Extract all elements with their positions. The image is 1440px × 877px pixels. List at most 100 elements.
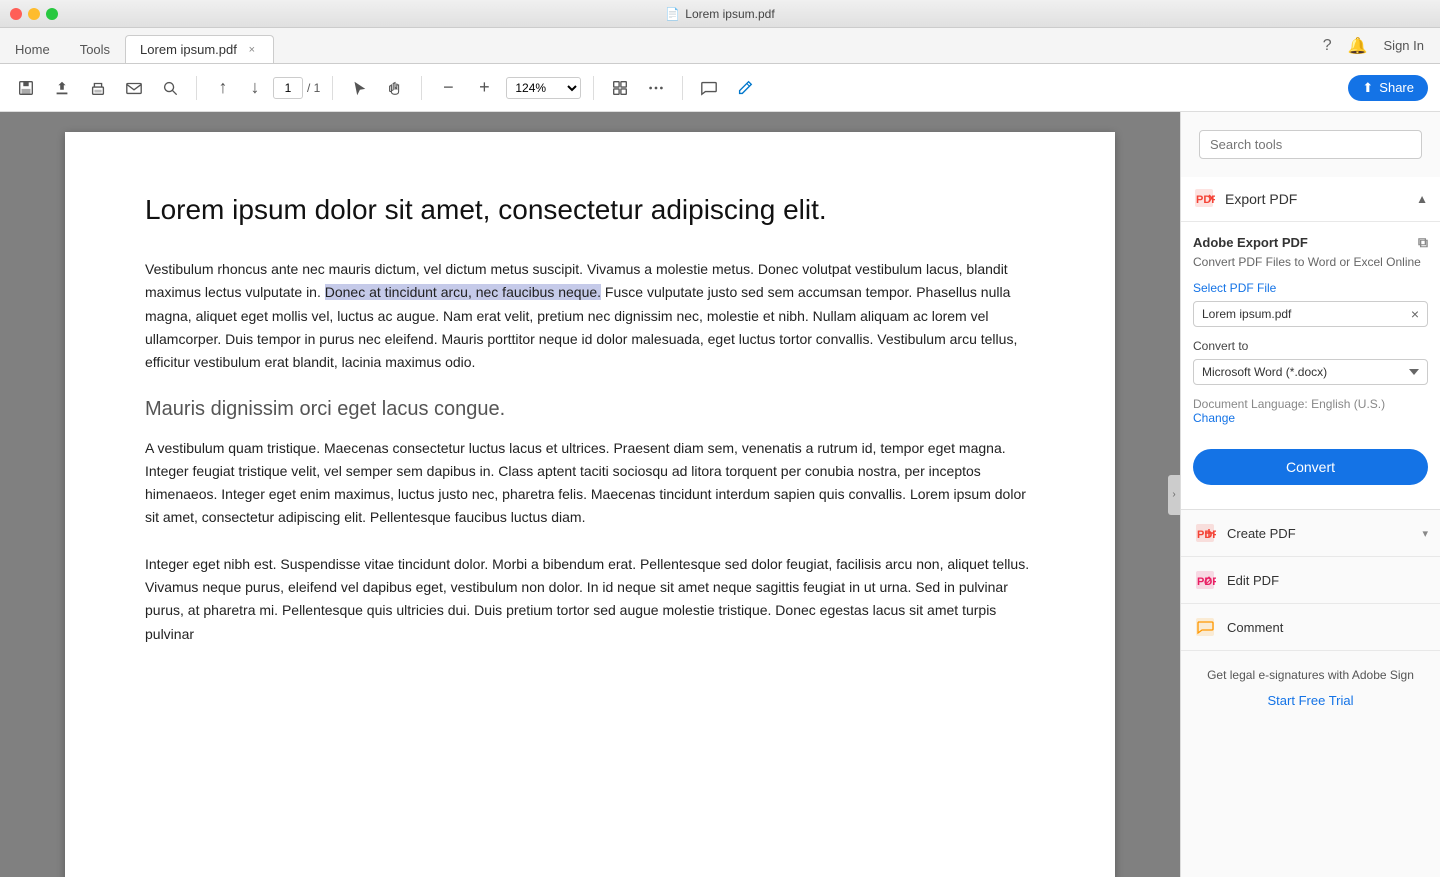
select-pdf-label: Select PDF File — [1193, 281, 1428, 295]
edit-pdf-title: Edit PDF — [1227, 573, 1428, 588]
separator-2 — [332, 76, 333, 100]
right-panel: PDF Export PDF ▲ Adobe Export PDF ⧉ Conv… — [1180, 112, 1440, 877]
zoom-in-button[interactable]: + — [470, 74, 498, 102]
comment-section[interactable]: Comment — [1181, 604, 1440, 651]
separator-4 — [593, 76, 594, 100]
copy-icon[interactable]: ⧉ — [1418, 234, 1428, 251]
separator-5 — [682, 76, 683, 100]
notifications-icon[interactable]: 🔔 — [1348, 36, 1368, 56]
share-button[interactable]: ⬆ Share — [1348, 75, 1428, 101]
tab-tools[interactable]: Tools — [65, 35, 125, 63]
panel-bottom: Get legal e-signatures with Adobe Sign S… — [1181, 651, 1440, 718]
titlebar: 📄 Lorem ipsum.pdf — [0, 0, 1440, 28]
upload-icon — [53, 79, 71, 97]
hand-tool-button[interactable] — [381, 74, 409, 102]
adobe-export-title: Adobe Export PDF ⧉ — [1193, 234, 1428, 251]
pdf-paragraph-1: Vestibulum rhoncus ante nec mauris dictu… — [145, 258, 1035, 373]
search-button[interactable] — [156, 74, 184, 102]
edit-pdf-section[interactable]: PDF Edit PDF — [1181, 557, 1440, 604]
tab-home[interactable]: Home — [0, 35, 65, 63]
export-description: Convert PDF Files to Word or Excel Onlin… — [1193, 255, 1428, 269]
page-total: / 1 — [307, 81, 320, 95]
clear-file-button[interactable]: × — [1411, 306, 1419, 322]
cursor-icon — [350, 79, 368, 97]
create-pdf-section[interactable]: PDF Create PDF ▾ — [1181, 510, 1440, 557]
collapse-right-panel-button[interactable]: › — [1168, 475, 1180, 515]
language-value: English (U.S.) — [1311, 397, 1385, 411]
window-controls[interactable] — [10, 8, 58, 20]
export-pdf-title: Export PDF — [1225, 191, 1416, 207]
convert-to-label: Convert to — [1193, 339, 1428, 353]
zoom-out-button[interactable]: − — [434, 74, 462, 102]
export-pdf-section: PDF Export PDF ▲ Adobe Export PDF ⧉ Conv… — [1181, 177, 1440, 510]
fit-mode-button[interactable] — [606, 74, 634, 102]
convert-to-select[interactable]: Microsoft Word (*.docx) Microsoft Excel … — [1193, 359, 1428, 385]
prev-page-button[interactable]: ↑ — [209, 74, 237, 102]
more-options-button[interactable] — [642, 74, 670, 102]
page-navigation: ↑ ↓ 1 / 1 — [209, 74, 320, 102]
separator-3 — [421, 76, 422, 100]
next-page-button[interactable]: ↓ — [241, 74, 269, 102]
export-pdf-header[interactable]: PDF Export PDF ▲ — [1181, 177, 1440, 222]
svg-text:PDF: PDF — [1197, 529, 1216, 541]
toolbar: ↑ ↓ 1 / 1 − + 124% 100% 75% 50% Fit Page… — [0, 64, 1440, 112]
document-language: Document Language: English (U.S.) Change — [1193, 397, 1428, 425]
toolbar-right-actions: ⬆ Share — [1348, 75, 1428, 101]
close-window-button[interactable] — [10, 8, 22, 20]
change-language-link[interactable]: Change — [1193, 411, 1235, 425]
search-tools-container — [1181, 112, 1440, 177]
separator-1 — [196, 76, 197, 100]
adobe-sign-text: Get legal e-signatures with Adobe Sign — [1193, 667, 1428, 684]
pdf-viewer[interactable]: › Lorem ipsum dolor sit amet, consectetu… — [0, 112, 1180, 877]
start-free-trial-link[interactable]: Start Free Trial — [1268, 693, 1354, 708]
comment-icon — [700, 79, 718, 97]
tab-active-document[interactable]: Lorem ipsum.pdf × — [125, 35, 274, 63]
pdf-paragraph-3: Integer eget nibh est. Suspendisse vitae… — [145, 553, 1035, 645]
tabbar-actions: ? 🔔 Sign In — [1323, 36, 1424, 56]
main-area: › Lorem ipsum dolor sit amet, consectetu… — [0, 112, 1440, 877]
fit-icon — [611, 79, 629, 97]
email-button[interactable] — [120, 74, 148, 102]
zoom-level-select[interactable]: 124% 100% 75% 50% Fit Page — [506, 77, 581, 99]
pdf-icon: 📄 — [665, 7, 680, 21]
file-name: Lorem ipsum.pdf — [1202, 307, 1411, 321]
save-button[interactable] — [12, 74, 40, 102]
print-button[interactable] — [84, 74, 112, 102]
maximize-window-button[interactable] — [46, 8, 58, 20]
minimize-window-button[interactable] — [28, 8, 40, 20]
hand-icon — [386, 79, 404, 97]
close-tab-button[interactable]: × — [245, 43, 259, 57]
export-pdf-content: Adobe Export PDF ⧉ Convert PDF Files to … — [1181, 222, 1440, 509]
save-icon — [17, 79, 35, 97]
more-icon — [647, 79, 665, 97]
create-pdf-title: Create PDF — [1227, 526, 1422, 541]
pdf-paragraph-2: A vestibulum quam tristique. Maecenas co… — [145, 437, 1035, 529]
share-icon: ⬆ — [1362, 80, 1373, 96]
comment-section-icon — [1193, 615, 1217, 639]
upload-button[interactable] — [48, 74, 76, 102]
tabbar: Home Tools Lorem ipsum.pdf × ? 🔔 Sign In — [0, 28, 1440, 64]
export-pdf-chevron-icon: ▲ — [1416, 192, 1428, 206]
pen-tool-button[interactable] — [731, 74, 759, 102]
comment-title: Comment — [1227, 620, 1428, 635]
create-pdf-icon: PDF — [1193, 521, 1217, 545]
svg-text:PDF: PDF — [1196, 194, 1215, 206]
pen-icon — [736, 79, 754, 97]
search-icon — [161, 79, 179, 97]
print-icon — [89, 79, 107, 97]
edit-pdf-icon: PDF — [1193, 568, 1217, 592]
create-pdf-chevron-icon: ▾ — [1422, 527, 1428, 540]
export-pdf-icon: PDF — [1193, 187, 1217, 211]
window-title: 📄 Lorem ipsum.pdf — [665, 7, 774, 21]
email-icon — [125, 79, 143, 97]
cursor-tool-button[interactable] — [345, 74, 373, 102]
sign-in-button[interactable]: Sign In — [1384, 38, 1424, 53]
help-icon[interactable]: ? — [1323, 37, 1332, 55]
page-number-input[interactable]: 1 — [273, 77, 303, 99]
search-tools-input[interactable] — [1199, 130, 1422, 159]
comment-tool-button[interactable] — [695, 74, 723, 102]
svg-text:PDF: PDF — [1197, 576, 1216, 588]
convert-button[interactable]: Convert — [1193, 449, 1428, 485]
file-input-row: Lorem ipsum.pdf × — [1193, 301, 1428, 327]
pdf-heading-2: Mauris dignissim orci eget lacus congue. — [145, 398, 1035, 421]
